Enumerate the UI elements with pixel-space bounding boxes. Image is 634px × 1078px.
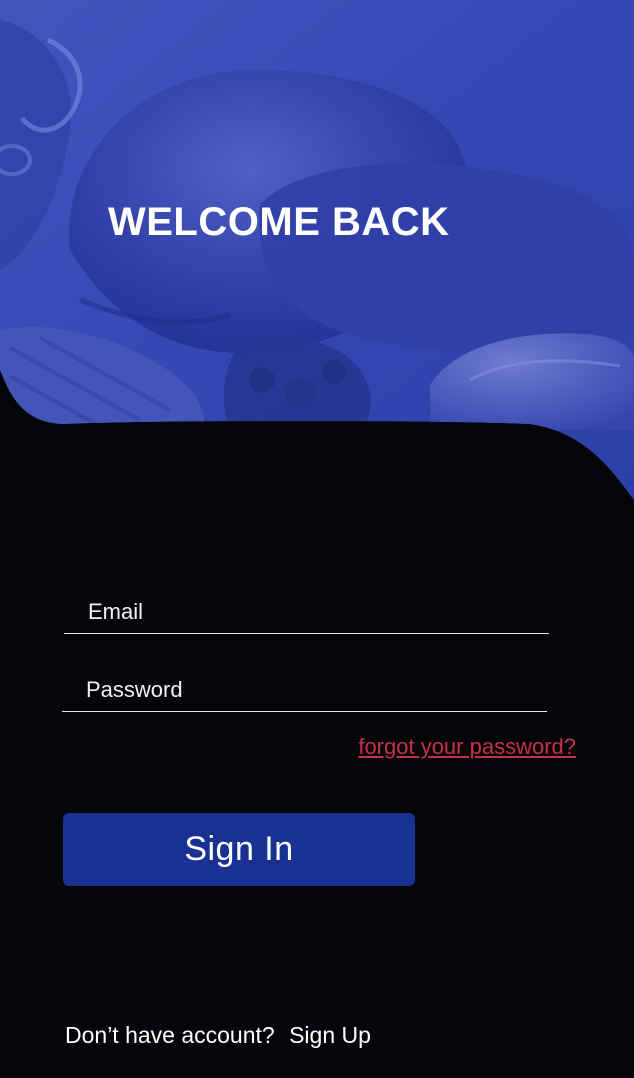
page-title: WELCOME BACK <box>108 200 450 244</box>
password-field[interactable] <box>62 668 547 712</box>
hero-banner: WELCOME BACK <box>0 0 634 500</box>
password-input[interactable] <box>86 668 541 711</box>
email-input[interactable] <box>88 590 543 633</box>
forgot-password-link[interactable]: forgot your password? <box>358 734 576 760</box>
email-field[interactable] <box>64 590 549 634</box>
hero-background-image <box>0 0 634 500</box>
signup-prompt: Don’t have account? Sign Up <box>65 1022 371 1049</box>
sign-up-link[interactable]: Sign Up <box>289 1022 371 1048</box>
no-account-text: Don’t have account? <box>65 1022 275 1048</box>
login-screen: WELCOME BACK forgot your password? Sign … <box>0 0 634 1078</box>
sign-in-button[interactable]: Sign In <box>63 813 415 886</box>
